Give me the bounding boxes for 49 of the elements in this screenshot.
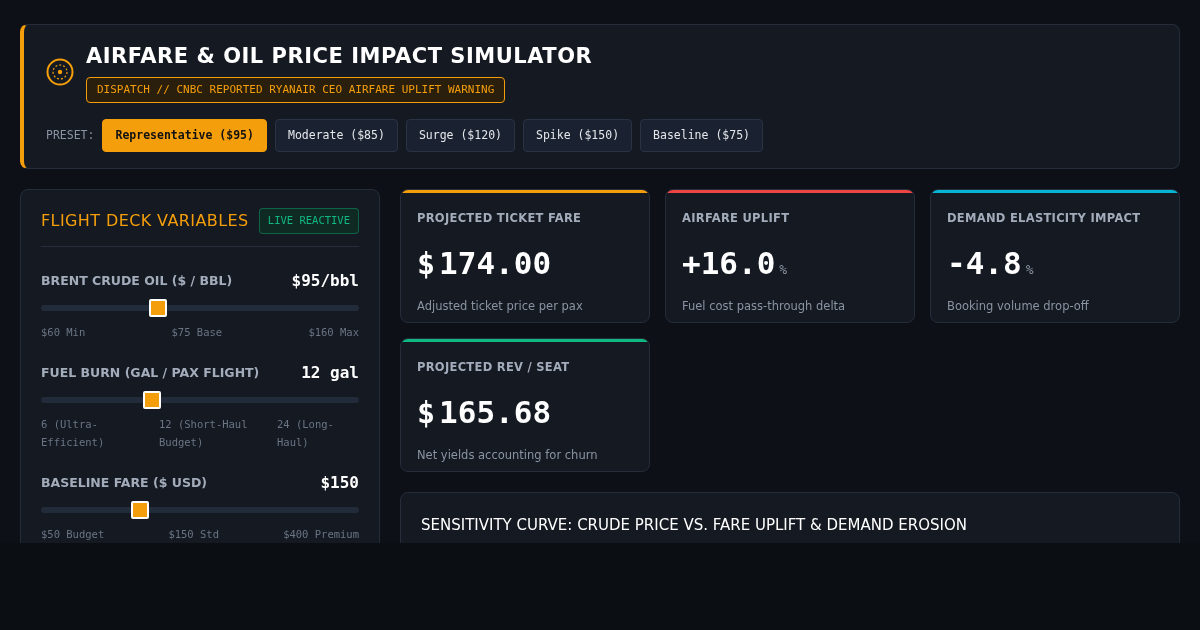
metric-value: +16.0 xyxy=(682,243,776,283)
percent-unit: % xyxy=(779,260,788,279)
metric-note: Adjusted ticket price per pax xyxy=(417,298,584,315)
slider-reading: 12 gal xyxy=(301,362,359,384)
slider-thumb[interactable] xyxy=(143,391,161,409)
slider-reading: $150 xyxy=(320,472,359,494)
slider-tick-label: $60 Min xyxy=(41,325,86,340)
preset-label: PRESET: xyxy=(46,127,95,144)
panel-title: FLIGHT DECK VARIABLES xyxy=(41,210,249,233)
slider-tick-label: 6 (Ultra-Efficient) xyxy=(41,417,106,450)
metric-value: 165.68 xyxy=(439,392,552,432)
slider[interactable] xyxy=(41,299,359,317)
preset-button[interactable]: Surge ($120) xyxy=(405,119,515,153)
currency-symbol: $ xyxy=(417,393,436,432)
app-title: AIRFARE & OIL PRICE IMPACT SIMULATOR xyxy=(86,43,593,70)
preset-button[interactable]: Moderate ($85) xyxy=(274,119,398,153)
currency-symbol: $ xyxy=(417,244,436,283)
slider-tick-label: $160 Max xyxy=(308,325,359,340)
slider-thumb[interactable] xyxy=(131,501,149,519)
target-icon xyxy=(46,58,74,86)
slider-tick-label: $400 Premium xyxy=(283,527,359,542)
metric-value: 174.00 xyxy=(439,243,552,283)
preset-button[interactable]: Representative ($95) xyxy=(102,119,267,153)
metric-label: PROJECTED REV / SEAT xyxy=(417,359,571,377)
chart-title: SENSITIVITY CURVE: CRUDE PRICE VS. FARE UPLIFT & DEMAND EROSION xyxy=(421,516,967,535)
slider-label: FUEL BURN (GAL / PAX FLIGHT) xyxy=(41,363,260,382)
slider-tick-label: 24 (Long-Haul) xyxy=(277,417,335,450)
slider-tick-label: 12 (Short-Haul Budget) xyxy=(159,417,249,450)
slider[interactable] xyxy=(41,391,359,409)
metric-label: DEMAND ELASTICITY IMPACT xyxy=(947,210,1142,228)
dispatch-banner: DISPATCH // CNBC REPORTED RYANAIR CEO AIRFARE UPLIFT WARNING xyxy=(86,76,506,103)
percent-unit: % xyxy=(1025,260,1034,279)
live-badge: LIVE REACTIVE xyxy=(258,208,359,234)
slider-tick-label: $75 Base xyxy=(171,325,223,340)
slider[interactable] xyxy=(41,501,359,519)
preset-button[interactable]: Spike ($150) xyxy=(523,119,633,153)
metric-note: Net yields accounting for churn xyxy=(417,447,599,464)
slider-tick-label: $50 Budget xyxy=(41,527,105,542)
metric-value: -4.8 xyxy=(947,243,1022,283)
slider-thumb[interactable] xyxy=(149,299,167,317)
metric-note: Booking volume drop-off xyxy=(947,298,1090,315)
slider-label: BASELINE FARE ($ USD) xyxy=(41,473,207,492)
slider-tick-label: $150 Std xyxy=(168,527,219,542)
metric-note: Fuel cost pass-through delta xyxy=(682,298,847,315)
metric-label: PROJECTED TICKET FARE xyxy=(417,210,583,228)
metric-label: AIRFARE UPLIFT xyxy=(682,210,791,228)
preset-button[interactable]: Baseline ($75) xyxy=(640,119,763,153)
slider-label: BRENT CRUDE OIL ($ / BBL) xyxy=(41,271,233,290)
slider-reading: $95/bbl xyxy=(291,270,359,292)
